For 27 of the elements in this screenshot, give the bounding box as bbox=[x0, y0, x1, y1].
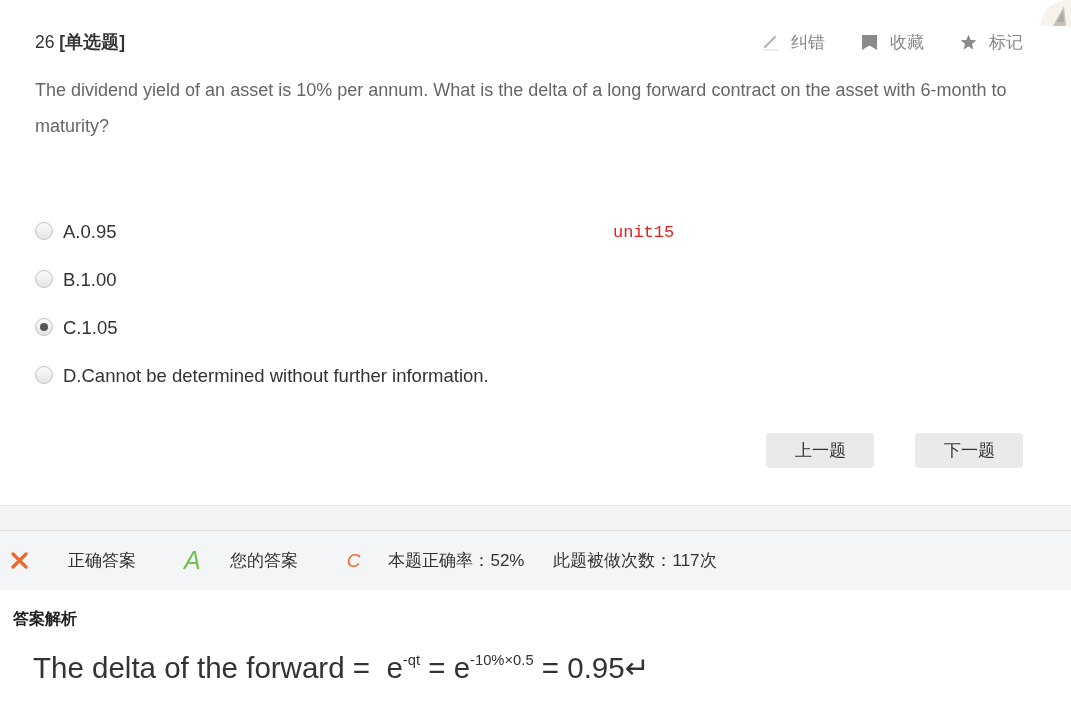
accuracy-text: 本题正确率：52% bbox=[388, 550, 525, 572]
your-answer-label: 您的答案 bbox=[229, 550, 298, 572]
star-icon bbox=[960, 33, 977, 51]
attempts-text: 此题被做次数：117次 bbox=[553, 550, 717, 572]
radio-button[interactable] bbox=[35, 366, 53, 384]
your-answer: C bbox=[346, 551, 361, 570]
option-label[interactable]: D.Cannot be determined without further information. bbox=[63, 365, 489, 387]
formula-text: The delta of the forward = e$^{-qt}$ = e$^{-10%×0.5}$ = 0.95↵ bbox=[33, 650, 650, 686]
explanation-title: 答案解析 bbox=[13, 609, 77, 629]
correct-answer: A bbox=[184, 548, 201, 573]
option-label[interactable]: C.1.05 bbox=[63, 317, 118, 339]
question-text: The dividend yield of an asset is 10% per annum. What is the delta of a long forward contract on the asset with 6-month to maturity? bbox=[35, 79, 1008, 138]
toolbar-action[interactable]: 标记 bbox=[960, 30, 1023, 54]
option-label[interactable]: B.1.00 bbox=[63, 269, 117, 291]
nav-button[interactable]: 上一题 bbox=[766, 433, 874, 468]
bookmark-icon bbox=[861, 33, 878, 51]
question-heading: 26 [单选题] bbox=[35, 31, 125, 54]
radio-button[interactable] bbox=[35, 318, 53, 336]
pencil-icon bbox=[762, 33, 779, 51]
toolbar-action[interactable]: 纠错 bbox=[762, 30, 825, 54]
radio-button[interactable] bbox=[35, 222, 53, 240]
toolbar-action[interactable]: 收藏 bbox=[861, 30, 924, 54]
radio-button[interactable] bbox=[35, 270, 53, 288]
nav-button[interactable]: 下一题 bbox=[915, 433, 1023, 468]
unit-tag: unit15 bbox=[613, 222, 675, 242]
correct-answer-label: 正确答案 bbox=[68, 550, 136, 572]
option-label[interactable]: A.0.95 bbox=[63, 221, 117, 243]
